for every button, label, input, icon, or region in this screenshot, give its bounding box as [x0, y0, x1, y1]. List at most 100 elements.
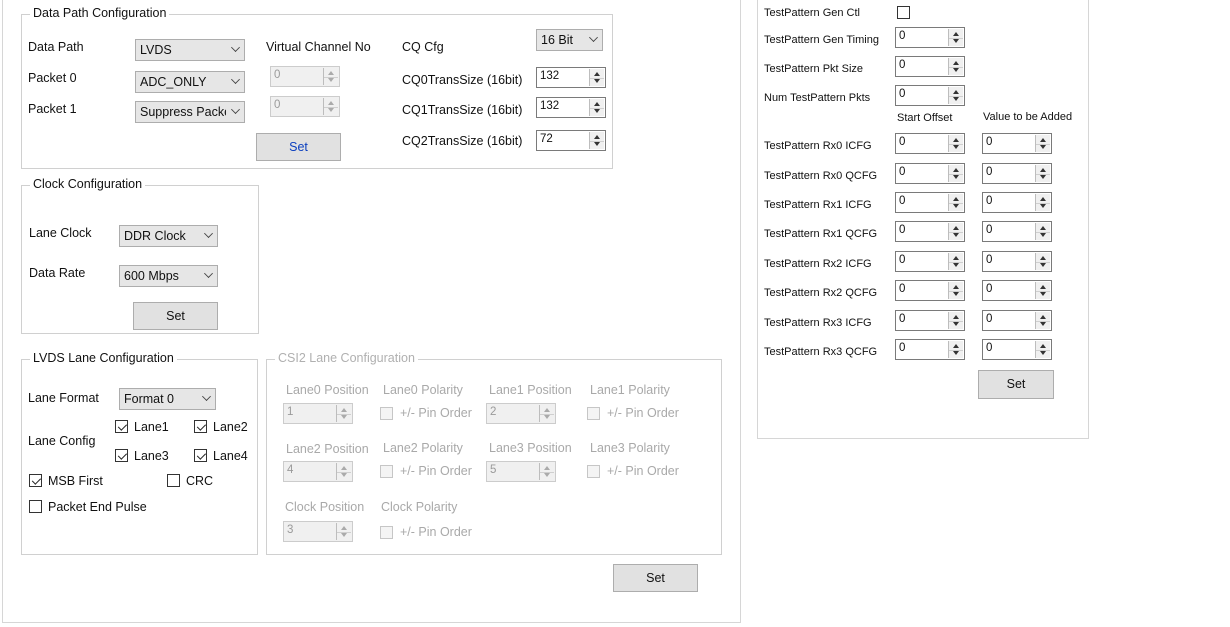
- data-path-select[interactable]: LVDS: [135, 39, 245, 61]
- spinner-arrows-icon[interactable]: [1035, 282, 1050, 299]
- tp-pkt-size-label: TestPattern Pkt Size: [764, 63, 864, 75]
- cq2-value: 72: [540, 133, 553, 145]
- vc1-spinner[interactable]: 0: [270, 96, 340, 117]
- tp-start-offset-spinner[interactable]: 0: [895, 251, 965, 272]
- spinner-arrows-icon[interactable]: [589, 99, 604, 116]
- crc-checkbox[interactable]: [167, 474, 180, 487]
- spinner-arrows-icon[interactable]: [1035, 341, 1050, 358]
- lane1-position-spinner[interactable]: 2: [486, 403, 556, 424]
- tp-gen-timing-spinner[interactable]: 0: [895, 27, 965, 48]
- lane4-checkbox[interactable]: [194, 449, 207, 462]
- tp-start-offset-value: 0: [899, 313, 906, 325]
- lane1-checkbox[interactable]: [115, 420, 128, 433]
- tp-value-added-spinner[interactable]: 0: [982, 251, 1052, 272]
- spinner-arrows-icon[interactable]: [539, 463, 554, 480]
- spinner-arrows-icon[interactable]: [948, 58, 963, 75]
- spinner-arrows-icon[interactable]: [948, 29, 963, 46]
- spinner-arrows-icon[interactable]: [336, 523, 351, 540]
- spinner-arrows-icon[interactable]: [539, 405, 554, 422]
- vc0-spinner[interactable]: 0: [270, 66, 340, 87]
- spinner-arrows-icon[interactable]: [1035, 194, 1050, 211]
- spinner-arrows-icon[interactable]: [948, 165, 963, 182]
- spinner-arrows-icon[interactable]: [948, 87, 963, 104]
- tp-value-added-spinner[interactable]: 0: [982, 192, 1052, 213]
- tp-num-pkts-spinner[interactable]: 0: [895, 85, 965, 106]
- tp-value-added-value: 0: [986, 166, 993, 178]
- lane2-pin-order-checkbox[interactable]: [380, 465, 393, 478]
- spinner-arrows-icon[interactable]: [1035, 312, 1050, 329]
- spinner-arrows-icon[interactable]: [589, 132, 604, 149]
- spinner-arrows-icon[interactable]: [336, 463, 351, 480]
- lane2-checkbox[interactable]: [194, 420, 207, 433]
- spinner-arrows-icon[interactable]: [1035, 165, 1050, 182]
- packet1-select[interactable]: Suppress Packet: [135, 101, 245, 123]
- tp-value-added-spinner[interactable]: 0: [982, 280, 1052, 301]
- tp-row-label: TestPattern Rx0 ICFG: [764, 140, 872, 152]
- tp-value-added-spinner[interactable]: 0: [982, 163, 1052, 184]
- tp-value-added-spinner[interactable]: 0: [982, 221, 1052, 242]
- msb-first-label: MSB First: [48, 474, 103, 488]
- lane3-checkbox[interactable]: [115, 449, 128, 462]
- packet0-select[interactable]: ADC_ONLY: [135, 71, 245, 93]
- value-added-header: Value to be Added: [983, 111, 1073, 123]
- lane2-position-value: 4: [287, 464, 294, 476]
- lane2-pin-order-label: +/- Pin Order: [400, 464, 472, 478]
- tp-start-offset-spinner[interactable]: 0: [895, 339, 965, 360]
- lane-clock-select[interactable]: DDR Clock: [119, 225, 218, 247]
- spinner-arrows-icon[interactable]: [948, 312, 963, 329]
- data-path-config-title: Data Path Configuration: [30, 6, 170, 20]
- cq-cfg-select[interactable]: 16 Bit: [536, 29, 603, 51]
- spinner-arrows-icon[interactable]: [948, 282, 963, 299]
- spinner-arrows-icon[interactable]: [948, 194, 963, 211]
- tp-start-offset-spinner[interactable]: 0: [895, 280, 965, 301]
- lane3-pin-order-checkbox[interactable]: [587, 465, 600, 478]
- tp-gen-ctl-checkbox[interactable]: [897, 6, 910, 19]
- spinner-arrows-icon[interactable]: [948, 223, 963, 240]
- cq-cfg-value: 16 Bit: [541, 33, 573, 47]
- cq0-spinner[interactable]: 132: [536, 67, 606, 88]
- tp-value-added-spinner[interactable]: 0: [982, 133, 1052, 154]
- lane-format-value: Format 0: [124, 392, 175, 406]
- tp-start-offset-spinner[interactable]: 0: [895, 163, 965, 184]
- chevron-down-icon: [589, 33, 598, 42]
- data-path-set-button[interactable]: Set: [256, 133, 341, 161]
- cq0-value: 132: [540, 70, 560, 82]
- spinner-arrows-icon[interactable]: [948, 135, 963, 152]
- spinner-arrows-icon[interactable]: [1035, 223, 1050, 240]
- tp-start-offset-spinner[interactable]: 0: [895, 133, 965, 154]
- cq2-spinner[interactable]: 72: [536, 130, 606, 151]
- cq1-spinner[interactable]: 132: [536, 97, 606, 118]
- spinner-arrows-icon[interactable]: [948, 253, 963, 270]
- lane-format-select[interactable]: Format 0: [119, 388, 216, 410]
- spinner-arrows-icon[interactable]: [323, 68, 338, 85]
- spinner-arrows-icon[interactable]: [948, 341, 963, 358]
- spinner-arrows-icon[interactable]: [1035, 253, 1050, 270]
- lane0-pin-order-checkbox[interactable]: [380, 407, 393, 420]
- tp-start-offset-spinner[interactable]: 0: [895, 192, 965, 213]
- lane0-polarity-label: Lane0 Polarity: [383, 383, 463, 397]
- tp-value-added-spinner[interactable]: 0: [982, 310, 1052, 331]
- test-pattern-set-button[interactable]: Set: [978, 370, 1054, 399]
- csi2-lane-config-title: CSI2 Lane Configuration: [275, 351, 418, 365]
- tp-start-offset-value: 0: [899, 224, 906, 236]
- lane3-position-spinner[interactable]: 5: [486, 461, 556, 482]
- spinner-arrows-icon[interactable]: [323, 98, 338, 115]
- packet-end-pulse-checkbox[interactable]: [29, 500, 42, 513]
- spinner-arrows-icon[interactable]: [1035, 135, 1050, 152]
- spinner-arrows-icon[interactable]: [589, 69, 604, 86]
- clock-position-spinner[interactable]: 3: [283, 521, 353, 542]
- clock-pin-order-checkbox[interactable]: [380, 526, 393, 539]
- clock-set-button[interactable]: Set: [133, 302, 218, 330]
- lane-config-set-button[interactable]: Set: [613, 564, 698, 592]
- tp-start-offset-spinner[interactable]: 0: [895, 310, 965, 331]
- tp-value-added-spinner[interactable]: 0: [982, 339, 1052, 360]
- spinner-arrows-icon[interactable]: [336, 405, 351, 422]
- lane0-position-spinner[interactable]: 1: [283, 403, 353, 424]
- data-rate-select[interactable]: 600 Mbps: [119, 265, 218, 287]
- lane1-pin-order-checkbox[interactable]: [587, 407, 600, 420]
- tp-num-pkts-value: 0: [899, 88, 906, 100]
- lane2-position-spinner[interactable]: 4: [283, 461, 353, 482]
- msb-first-checkbox[interactable]: [29, 474, 42, 487]
- tp-pkt-size-spinner[interactable]: 0: [895, 56, 965, 77]
- tp-start-offset-spinner[interactable]: 0: [895, 221, 965, 242]
